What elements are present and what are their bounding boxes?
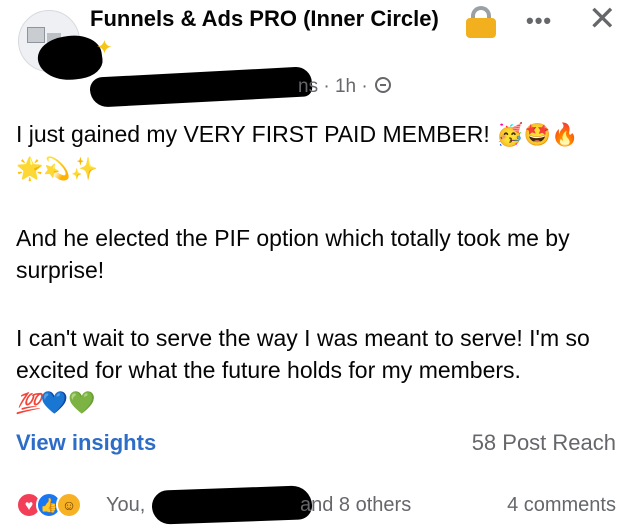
blue-heart-emoji: 💙 [40,391,69,416]
sparkles-emoji: ✨ [70,157,99,182]
post-paragraph: I can't wait to serve the way I was mean… [16,325,590,383]
emoji-line: 🌟💫✨ [16,152,616,186]
avatar-thumbnail [27,27,45,43]
star-struck-emoji: 🤩 [523,123,551,148]
post-timestamp[interactable]: ns · 1h · [298,76,391,98]
partying-face-emoji: 🥳 [496,123,524,148]
group-title[interactable]: Funnels & Ads PRO (Inner Circle) [90,6,439,32]
view-insights-link[interactable]: View insights [16,430,156,456]
redaction-mark [89,66,313,108]
emoji-line: 💯💙💚 [16,386,616,420]
close-icon[interactable]: ✕ [588,2,617,36]
hundred-points-emoji: 💯 [16,391,41,415]
sparkle-icon: ✦ [96,37,113,59]
green-heart-emoji: 💚 [68,391,96,416]
timestamp-text[interactable]: ns · 1h · [298,76,368,97]
post-body: I just gained my VERY FIRST PAID MEMBER!… [16,118,616,420]
redaction-mark [151,485,313,525]
reactors-prefix[interactable]: You, [106,494,145,517]
post-header: ✦ Funnels & Ads PRO (Inner Circle) ••• ✕… [0,0,632,110]
more-options-icon[interactable]: ••• [526,10,552,32]
glowing-star-emoji: 🌟 [16,157,44,182]
comments-count[interactable]: 4 comments [507,494,616,517]
globe-icon [374,77,391,93]
insights-row: View insights 58 Post Reach [16,430,616,460]
post-paragraph: And he elected the PIF option which tota… [16,225,570,283]
lock-icon [466,6,496,38]
post-text: I just gained my VERY FIRST PAID MEMBER! [16,121,490,147]
post-reach: 58 Post Reach [471,430,616,455]
post-meta: ns · 1h · [89,66,410,108]
reactions-row: ♥ 👍 ☺ You, and 8 others 4 comments [16,485,616,525]
reactors-suffix[interactable]: and 8 others [300,494,411,517]
fire-emoji: 🔥 [550,123,579,148]
post-paragraph: I just gained my VERY FIRST PAID MEMBER!… [16,118,616,152]
reaction-icons[interactable]: ♥ 👍 ☺ [16,492,96,520]
care-reaction-icon: ☺ [56,492,82,518]
dizzy-emoji: 💫 [43,157,71,182]
